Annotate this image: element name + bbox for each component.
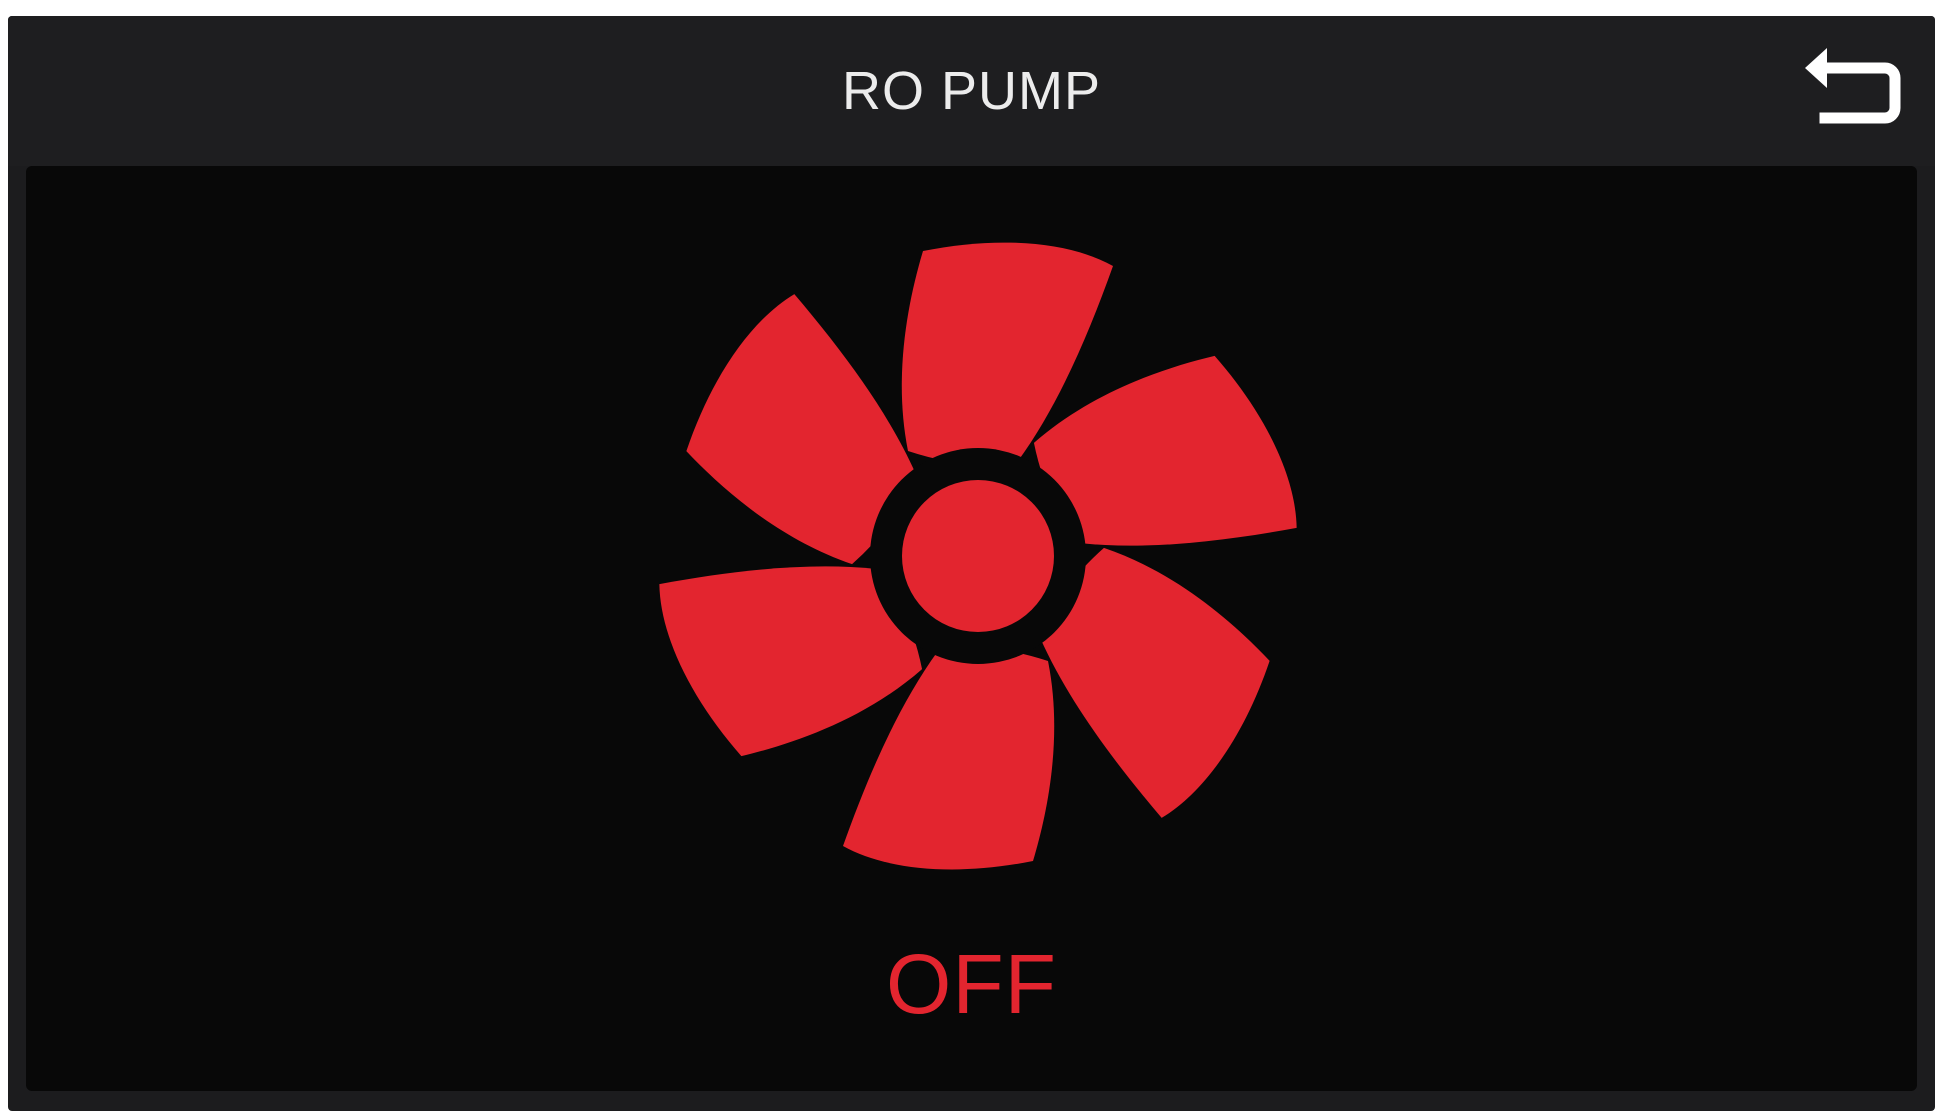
return-arrow-icon: [1805, 48, 1901, 124]
back-button[interactable]: [1797, 40, 1907, 140]
pump-screen: RO PUMP OFF: [8, 16, 1935, 1111]
fan-icon: [659, 242, 1297, 870]
content-panel: OFF: [26, 166, 1917, 1091]
page-title: RO PUMP: [841, 61, 1102, 121]
pump-toggle-button[interactable]: [658, 236, 1298, 876]
header-bar: RO PUMP: [8, 16, 1935, 166]
pump-status-label: OFF: [886, 937, 1057, 1031]
